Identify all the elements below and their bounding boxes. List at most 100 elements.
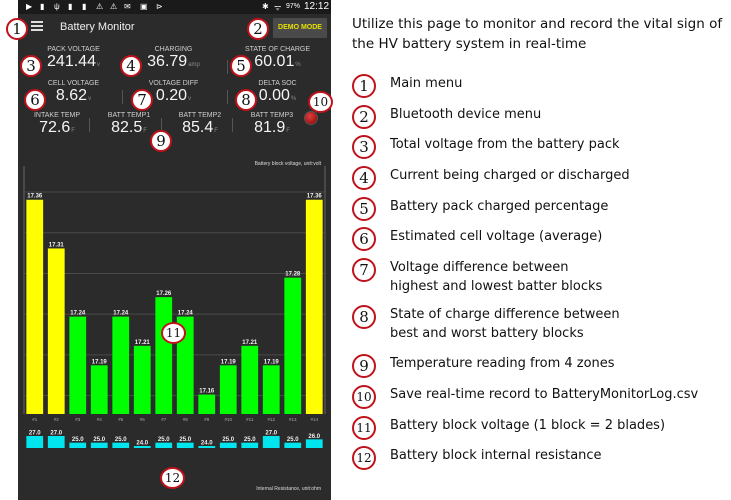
- block-label: #3: [75, 417, 81, 422]
- annotation-text: Main menu: [390, 76, 463, 91]
- temp-label: BATT TEMP2: [178, 112, 222, 119]
- annotation-number: 10: [352, 385, 376, 409]
- resistance-bar-label: 25.0: [93, 437, 105, 443]
- delta-soc-label: DELTA SOC: [258, 80, 297, 87]
- notification-icon: ▮: [68, 2, 73, 11]
- main-menu-button[interactable]: [31, 21, 43, 33]
- annotation-text: State of charge difference between best …: [390, 307, 620, 341]
- voltage-bar: [112, 316, 130, 414]
- charging-label: CHARGING: [154, 46, 193, 53]
- annotation-item: 5 Battery pack charged percentage: [352, 197, 608, 221]
- bluetooth-icon: ✱: [262, 2, 269, 11]
- resistance-bar: [176, 442, 194, 448]
- resistance-bar-label: 25.0: [158, 437, 170, 443]
- resistance-bar: [47, 436, 65, 448]
- block-label: #8: [183, 417, 189, 422]
- delta-soc-value: 0.00: [258, 87, 290, 104]
- record-button[interactable]: [304, 111, 318, 125]
- divider: [227, 60, 228, 74]
- voltage-bar: [262, 365, 280, 414]
- marker-2: 2: [247, 18, 269, 40]
- resistance-bar-label: 26.0: [308, 434, 320, 440]
- voltage-bar: [69, 316, 87, 414]
- voltage-bar-label: 17.28: [285, 272, 301, 278]
- voltage-bar: [284, 277, 302, 414]
- warning-icon: ⚠: [110, 2, 118, 11]
- mail-icon: ✉: [124, 2, 131, 11]
- annotation-item: 12 Battery block internal resistance: [352, 446, 602, 470]
- voltage-bar-label: 17.21: [135, 340, 151, 346]
- annotation-item: 10 Save real-time record to BatteryMonito…: [352, 385, 698, 409]
- temp-metric: INTAKE TEMP 72.6F: [24, 112, 90, 137]
- marker-12: 12: [160, 467, 185, 489]
- annotation-text: Bluetooth device menu: [390, 107, 542, 122]
- voltage-bar-label: 17.24: [70, 311, 86, 317]
- charging-unit: amp: [188, 62, 200, 68]
- voltage-bar: [26, 199, 44, 414]
- state-of-charge-label: STATE OF CHARGE: [244, 46, 311, 53]
- hamburger-icon: [31, 21, 43, 23]
- resistance-chart-title: Internal Resistance, unit:ohm: [256, 486, 321, 492]
- block-label: #2: [54, 417, 60, 422]
- battery-percent: 97%: [286, 3, 301, 10]
- voltage-chart: 17.36 #1 17.31 #2 17.24 #3 17.19 #4 17.24 #5 17.21…: [23, 166, 326, 448]
- cell-voltage-unit: v: [88, 96, 92, 102]
- image-icon: ▣: [140, 2, 148, 11]
- resistance-bar: [26, 436, 44, 448]
- temp-label: BATT TEMP3: [250, 112, 294, 119]
- block-label: #9: [204, 417, 210, 422]
- resistance-bar: [90, 442, 108, 448]
- voltage-bar-label: 17.19: [92, 359, 108, 365]
- temp-unit: F: [286, 128, 290, 134]
- annotation-item: 8 State of charge difference between best…: [352, 305, 620, 343]
- download-icon: ⊳: [156, 2, 163, 11]
- resistance-bar-label: 27.0: [29, 431, 41, 437]
- voltage-bar-label: 17.24: [113, 311, 129, 317]
- cell-voltage-value: 8.62: [55, 87, 88, 104]
- intro-text: Utilize this page to monitor and record …: [352, 16, 723, 52]
- pack-voltage-value: 241.44: [47, 53, 96, 70]
- marker-4: 4: [120, 55, 142, 77]
- voltage-bar-label: 17.16: [199, 389, 215, 395]
- voltage-bar-label: 17.19: [221, 359, 237, 365]
- annotation-item: 2 Bluetooth device menu: [352, 105, 541, 129]
- divider: [89, 118, 90, 132]
- voltage-bar: [305, 199, 323, 414]
- resistance-bar: [155, 442, 173, 448]
- charging-value: 36.79: [147, 53, 188, 70]
- annotation-number: 6: [352, 227, 376, 251]
- annotation-number: 3: [352, 135, 376, 159]
- voltage-bar: [90, 365, 108, 414]
- voltage-bar-label: 17.24: [178, 311, 194, 317]
- annotation-item: 7 Voltage difference between highest and …: [352, 258, 602, 296]
- annotation-item: 9 Temperature reading from 4 zones: [352, 354, 615, 378]
- block-label: #10: [224, 417, 232, 422]
- annotation-number: 12: [352, 446, 376, 470]
- marker-10: 10: [308, 91, 333, 113]
- block-label: #5: [118, 417, 124, 422]
- divider: [227, 90, 228, 104]
- hamburger-icon-line: [31, 25, 43, 27]
- demo-mode-button[interactable]: DEMO MODE: [273, 18, 327, 38]
- wifi-icon: ᯤ: [274, 3, 282, 12]
- pack-voltage-unit: v: [96, 62, 100, 68]
- annotation-item: 4 Current being charged or discharged: [352, 166, 630, 190]
- annotation-number: 11: [352, 416, 376, 440]
- annotation-number: 4: [352, 166, 376, 190]
- youtube-icon: ▶: [26, 2, 33, 11]
- voltage-bar-label: 17.26: [156, 291, 172, 297]
- resistance-bar-label: 25.0: [222, 437, 234, 443]
- annotation-number: 9: [352, 354, 376, 378]
- resistance-bar: [219, 442, 237, 448]
- pack-voltage-label: PACK VOLTAGE: [47, 46, 100, 53]
- voltage-bar-label: 17.19: [264, 359, 280, 365]
- clock: 12:12: [304, 1, 330, 12]
- voltage-bar-label: 17.21: [242, 340, 258, 346]
- marker-6: 6: [24, 89, 46, 111]
- voltage-diff-value: 0.20: [155, 87, 188, 104]
- marker-7: 7: [131, 89, 153, 111]
- block-label: #12: [267, 417, 275, 422]
- block-label: #13: [289, 417, 297, 422]
- notification-icon: ▮: [82, 2, 87, 11]
- resistance-bar: [112, 442, 130, 448]
